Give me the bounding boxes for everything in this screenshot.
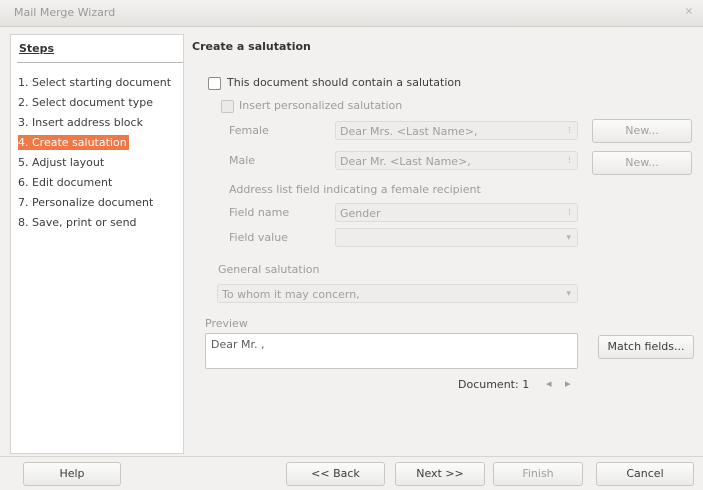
title-bar: Mail Merge Wizard × bbox=[0, 0, 703, 27]
male-label: Male bbox=[229, 154, 256, 167]
preview-text: Dear Mr. , bbox=[211, 338, 265, 351]
male-salutation-combo[interactable]: Dear Mr. <Last Name>, ⁝ bbox=[335, 151, 578, 170]
steps-divider bbox=[17, 62, 183, 63]
help-button[interactable]: Help bbox=[23, 462, 121, 486]
address-field-caption: Address list field indicating a female r… bbox=[229, 183, 481, 196]
insert-personalized-label: Insert personalized salutation bbox=[239, 99, 403, 112]
back-button[interactable]: << Back bbox=[286, 462, 385, 486]
general-salutation-combo[interactable]: To whom it may concern, ▾ bbox=[217, 284, 578, 303]
female-label: Female bbox=[229, 124, 269, 137]
spin-icon: ⁝ bbox=[568, 208, 571, 218]
steps-heading: Steps bbox=[19, 42, 55, 55]
finish-button[interactable]: Finish bbox=[493, 462, 583, 486]
step-item-5[interactable]: 5. Adjust layout bbox=[18, 153, 178, 173]
page-title: Create a salutation bbox=[192, 40, 311, 53]
field-value-combo[interactable]: ▾ bbox=[335, 228, 578, 247]
close-icon[interactable]: × bbox=[685, 6, 693, 17]
dropdown-arrow-icon: ▾ bbox=[566, 233, 571, 243]
general-salutation-value: To whom it may concern, bbox=[222, 288, 360, 301]
general-salutation-label: General salutation bbox=[218, 263, 320, 276]
spin-icon: ⁝ bbox=[568, 126, 571, 136]
field-name-label: Field name bbox=[229, 206, 290, 219]
female-salutation-value: Dear Mrs. <Last Name>, bbox=[340, 125, 478, 138]
preview-label: Preview bbox=[205, 317, 248, 330]
match-fields-button[interactable]: Match fields... bbox=[598, 335, 694, 359]
step-item-3[interactable]: 3. Insert address block bbox=[18, 113, 178, 133]
insert-personalized-checkbox[interactable] bbox=[221, 100, 234, 113]
step-list: 1. Select starting document 2. Select do… bbox=[18, 73, 178, 233]
field-name-value: Gender bbox=[340, 207, 381, 220]
spin-icon: ⁝ bbox=[568, 156, 571, 166]
dropdown-arrow-icon: ▾ bbox=[566, 289, 571, 299]
new-female-button[interactable]: New... bbox=[592, 119, 692, 143]
female-salutation-combo[interactable]: Dear Mrs. <Last Name>, ⁝ bbox=[335, 121, 578, 140]
step-item-2[interactable]: 2. Select document type bbox=[18, 93, 178, 113]
contain-salutation-checkbox[interactable] bbox=[208, 77, 221, 90]
next-document-icon[interactable]: ▸ bbox=[565, 377, 571, 390]
new-male-button[interactable]: New... bbox=[592, 151, 692, 175]
step-item-4-active[interactable]: 4. Create salutation bbox=[18, 135, 129, 150]
field-name-combo[interactable]: Gender ⁝ bbox=[335, 203, 578, 222]
cancel-button[interactable]: Cancel bbox=[596, 462, 694, 486]
male-salutation-value: Dear Mr. <Last Name>, bbox=[340, 155, 471, 168]
steps-pane: Steps 1. Select starting document 2. Sel… bbox=[10, 34, 184, 454]
step-item-1[interactable]: 1. Select starting document bbox=[18, 73, 178, 93]
next-button[interactable]: Next >> bbox=[395, 462, 485, 486]
preview-box: Dear Mr. , bbox=[205, 333, 578, 369]
step-item-8[interactable]: 8. Save, print or send bbox=[18, 213, 178, 233]
step-item-7[interactable]: 7. Personalize document bbox=[18, 193, 178, 213]
footer-divider bbox=[0, 456, 703, 457]
contain-salutation-label: This document should contain a salutatio… bbox=[227, 76, 462, 89]
field-value-label: Field value bbox=[229, 231, 288, 244]
step-item-6[interactable]: 6. Edit document bbox=[18, 173, 178, 193]
prev-document-icon[interactable]: ◂ bbox=[546, 377, 552, 390]
window-title: Mail Merge Wizard bbox=[14, 6, 116, 19]
document-counter: Document: 1 bbox=[458, 378, 530, 391]
